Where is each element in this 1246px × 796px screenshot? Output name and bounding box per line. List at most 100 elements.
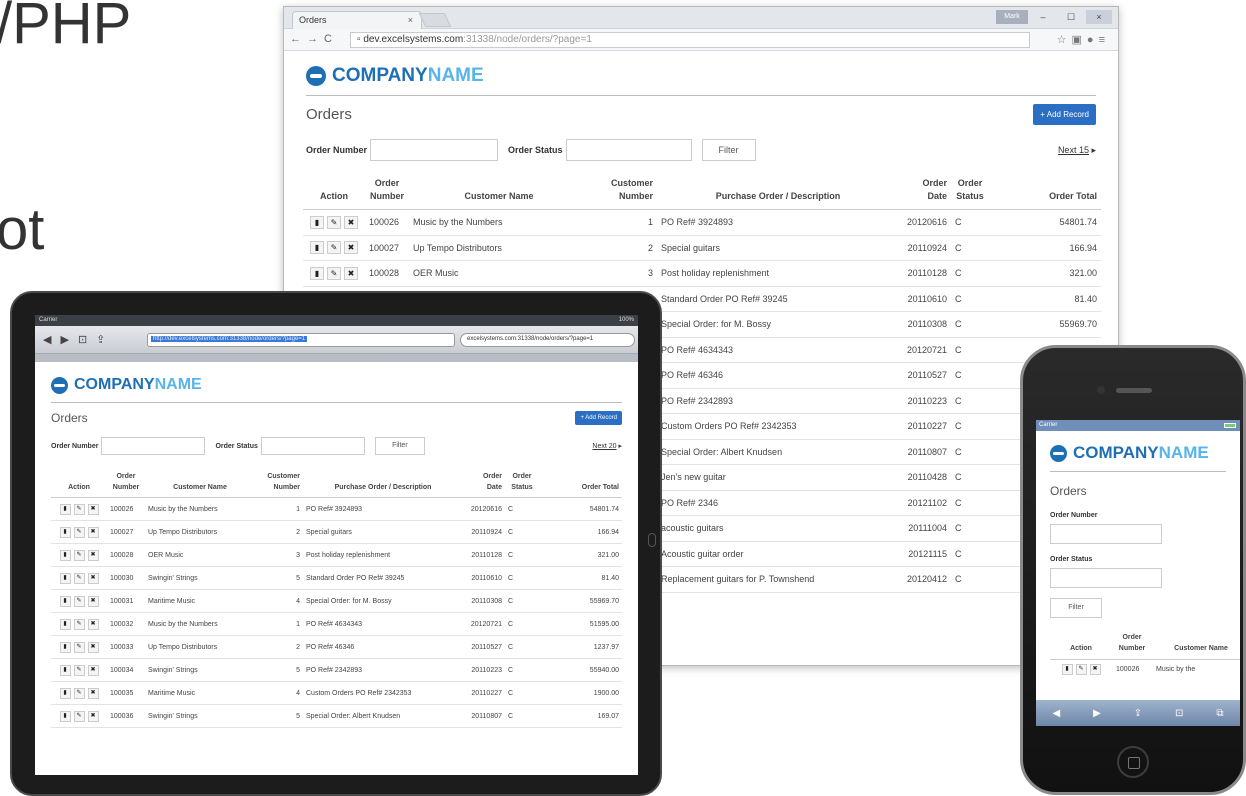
minimize-button[interactable]: – (1030, 10, 1056, 24)
filter-button[interactable]: Filter (1050, 598, 1102, 618)
column-header-order-date: Order Date (899, 175, 951, 210)
order-status-input[interactable] (260, 437, 365, 455)
view-icon[interactable]: ▮ (59, 526, 71, 538)
description-cell: PO Ref# 2346 (657, 490, 899, 516)
edit-icon[interactable]: ✎ (327, 241, 341, 255)
edit-icon[interactable]: ✎ (73, 503, 85, 515)
view-icon[interactable]: ▮ (310, 266, 324, 280)
menu-icon[interactable]: ≡ (1099, 34, 1110, 46)
order-status-label: Order Status (215, 442, 258, 450)
delete-icon[interactable]: ✖ (87, 595, 99, 607)
edit-icon[interactable]: ✎ (1075, 664, 1087, 676)
tablet-search-bar[interactable]: excelsystems.com:31338/node/orders/?page… (460, 333, 635, 347)
delete-icon[interactable]: ✖ (344, 241, 358, 255)
address-bar[interactable]: ▫ dev.excelsystems.com:31338/node/orders… (350, 32, 1030, 48)
delete-icon[interactable]: ✖ (87, 618, 99, 630)
edit-icon[interactable]: ✎ (73, 549, 85, 561)
order-number-input[interactable] (1050, 524, 1162, 544)
view-icon[interactable]: ▮ (310, 215, 324, 229)
back-icon[interactable]: ◀ (43, 334, 60, 346)
view-icon[interactable]: ▮ (59, 549, 71, 561)
column-header-order-date: Order Date (463, 469, 505, 498)
user-profile-button[interactable]: Mark (996, 10, 1028, 24)
order-status-cell: C (951, 260, 989, 287)
add-record-button[interactable]: + Add Record (1033, 104, 1096, 125)
close-window-button[interactable]: × (1086, 10, 1112, 24)
view-icon[interactable]: ▮ (59, 664, 71, 676)
phone-home-button[interactable] (1117, 746, 1149, 778)
tablet-address-bar[interactable]: http://dev.excelsystems.com:31338/node/o… (147, 333, 455, 347)
view-icon[interactable]: ▮ (59, 687, 71, 699)
delete-icon[interactable]: ✖ (87, 687, 99, 699)
delete-icon[interactable]: ✖ (87, 526, 99, 538)
view-icon[interactable]: ▮ (59, 618, 71, 630)
add-record-button[interactable]: + Add Record (575, 411, 622, 425)
tablet-home-button[interactable] (648, 533, 656, 547)
next-page-link[interactable]: Next 20 ▸ (592, 442, 622, 450)
order-number-input[interactable] (370, 139, 499, 161)
filter-button[interactable]: Filter (374, 437, 425, 455)
next-page-link[interactable]: Next 15 ▸ (1058, 145, 1096, 156)
edit-icon[interactable]: ✎ (73, 572, 85, 584)
tab-close-icon[interactable]: × (408, 15, 413, 25)
order-date-cell: 20121102 (899, 490, 951, 516)
edit-icon[interactable]: ✎ (327, 266, 341, 280)
customer-number-cell: 4 (255, 589, 303, 613)
extension-icon[interactable]: ▣ (1072, 34, 1087, 46)
new-tab-button[interactable] (418, 13, 452, 27)
view-icon[interactable]: ▮ (59, 572, 71, 584)
share-icon[interactable]: ⇪ (96, 334, 114, 346)
edit-icon[interactable]: ✎ (73, 664, 85, 676)
delete-icon[interactable]: ✖ (87, 664, 99, 676)
edit-icon[interactable]: ✎ (73, 595, 85, 607)
order-status-input[interactable] (1050, 568, 1162, 588)
view-icon[interactable]: ▮ (59, 710, 71, 722)
maximize-button[interactable]: ☐ (1058, 10, 1084, 24)
share-icon[interactable]: ⇪ (1134, 708, 1142, 719)
view-icon[interactable]: ▮ (59, 503, 71, 515)
view-icon[interactable]: ▮ (59, 595, 71, 607)
order-status-cell: C (951, 286, 989, 312)
page-icon: ▫ (357, 34, 361, 45)
edit-icon[interactable]: ✎ (73, 526, 85, 538)
view-icon[interactable]: ▮ (310, 241, 324, 255)
row-actions: ▮✎✖ (303, 209, 365, 236)
delete-icon[interactable]: ✖ (87, 503, 99, 515)
delete-icon[interactable]: ✖ (344, 215, 358, 229)
delete-icon[interactable]: ✖ (87, 549, 99, 561)
view-icon[interactable]: ▮ (1061, 664, 1073, 676)
order-number-input[interactable] (101, 437, 206, 455)
star-icon[interactable]: ☆ (1057, 34, 1072, 46)
forward-icon[interactable]: ▶ (60, 334, 77, 346)
description-cell: Special Order: for M. Bossy (303, 589, 463, 613)
delete-icon[interactable]: ✖ (1089, 664, 1101, 676)
delete-icon[interactable]: ✖ (87, 641, 99, 653)
back-icon[interactable]: ◀ (1052, 708, 1060, 719)
bookmarks-icon[interactable]: ⊡ (78, 334, 96, 346)
edit-icon[interactable]: ✎ (327, 215, 341, 229)
reload-icon[interactable]: C (324, 33, 338, 45)
order-status-input[interactable] (565, 139, 692, 161)
edit-icon[interactable]: ✎ (73, 641, 85, 653)
profile-icon[interactable]: ● (1087, 34, 1099, 46)
order-date-cell: 20110610 (463, 566, 505, 590)
edit-icon[interactable]: ✎ (73, 618, 85, 630)
edit-icon[interactable]: ✎ (73, 710, 85, 722)
order-date-cell: 20120721 (899, 337, 951, 363)
column-header-order-number: Order Number (1112, 630, 1152, 660)
view-icon[interactable]: ▮ (59, 641, 71, 653)
edit-icon[interactable]: ✎ (73, 687, 85, 699)
forward-icon[interactable]: ▶ (1093, 708, 1101, 719)
customer-name-cell: Music by the Numbers (145, 612, 255, 636)
tabs-icon[interactable]: ⧉ (1216, 708, 1223, 719)
back-icon[interactable]: ← (290, 33, 307, 45)
delete-icon[interactable]: ✖ (344, 266, 358, 280)
browser-tab-orders[interactable]: Orders × (292, 11, 422, 29)
bookmarks-icon[interactable]: ⊡ (1175, 708, 1183, 719)
forward-icon[interactable]: → (307, 33, 324, 45)
delete-icon[interactable]: ✖ (87, 572, 99, 584)
filter-button[interactable]: Filter (701, 139, 756, 161)
order-date-cell: 20110610 (899, 286, 951, 312)
column-header-customer-name: Customer Name (145, 469, 255, 498)
delete-icon[interactable]: ✖ (87, 710, 99, 722)
